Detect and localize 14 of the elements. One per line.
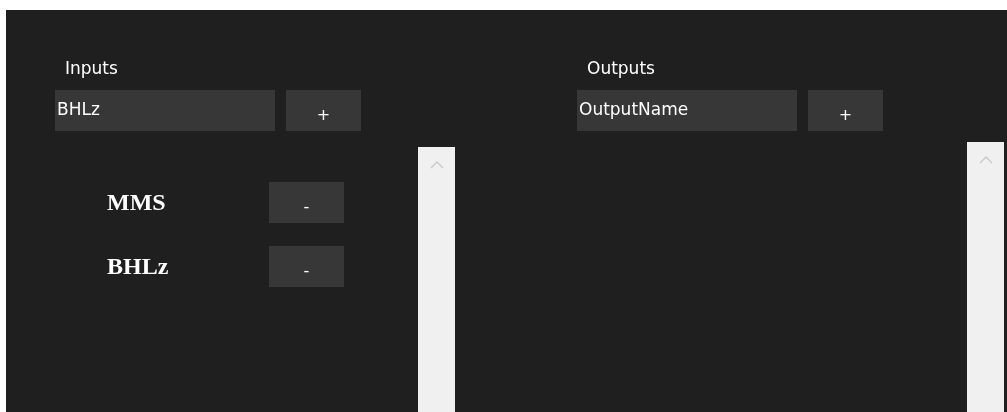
section-title: Inputs (65, 57, 118, 80)
remove-button[interactable]: - (269, 182, 344, 223)
item-label: BHLz (107, 253, 170, 280)
scrollbar[interactable] (967, 142, 1004, 412)
remove-button[interactable]: - (269, 246, 344, 287)
name-field[interactable]: BHLz (55, 90, 275, 131)
name-field[interactable]: OutputName (577, 90, 797, 131)
scroll-up-icon[interactable] (429, 161, 444, 169)
section-title: Outputs (587, 57, 655, 80)
add-button[interactable]: + (286, 90, 361, 131)
scrollbar[interactable] (418, 147, 455, 412)
item-label: MMS (107, 189, 167, 216)
scroll-up-icon[interactable] (978, 156, 993, 164)
add-button[interactable]: + (808, 90, 883, 131)
